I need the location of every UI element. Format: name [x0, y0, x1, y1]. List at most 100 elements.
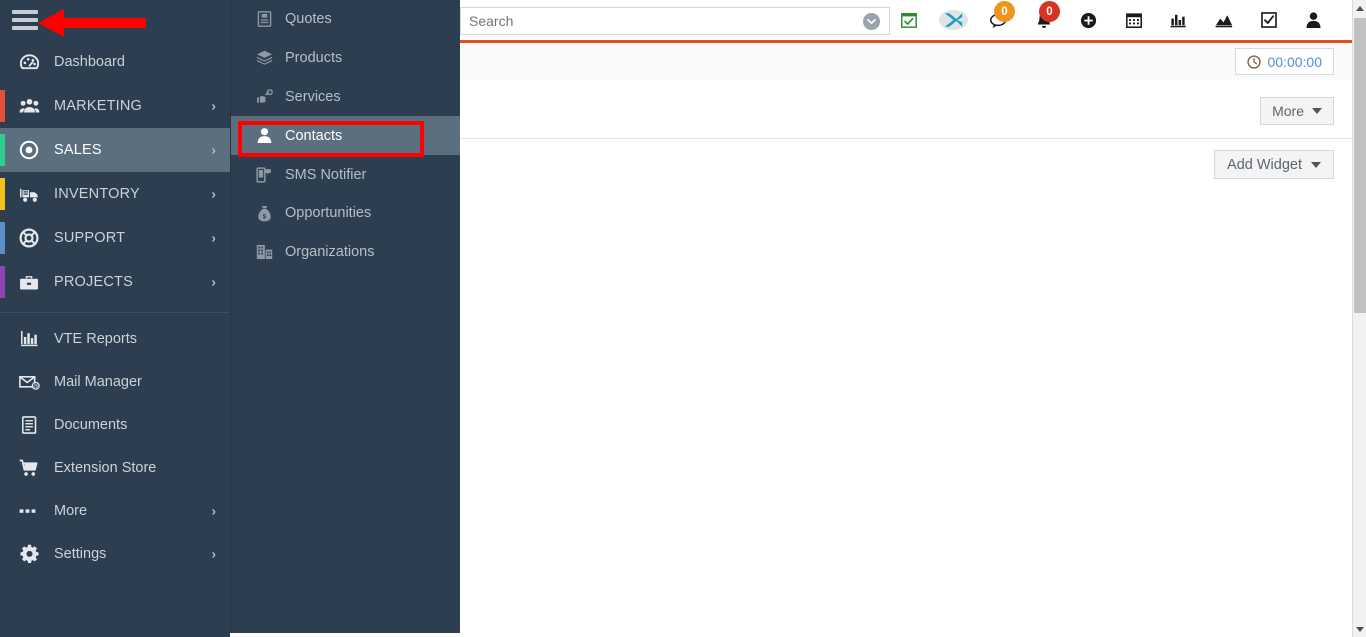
submenu-item-contacts[interactable]: Contacts [231, 116, 460, 156]
product-box-icon [253, 49, 275, 67]
marketing-people-icon [16, 96, 42, 116]
sidebar-label: SUPPORT [54, 230, 126, 246]
vtiger-x-logo-icon[interactable] [931, 0, 976, 40]
chevron-right-icon: › [211, 503, 216, 518]
organization-building-icon [253, 243, 275, 261]
sidebar-item-more[interactable]: More › [0, 489, 230, 532]
sidebar-item-support[interactable]: SUPPORT › [0, 216, 230, 260]
left-sidebar: Dashboard MARKETING › SALES › INVENTORY … [0, 0, 230, 637]
sidebar-item-marketing[interactable]: MARKETING › [0, 84, 230, 128]
bar-chart-icon [16, 329, 42, 349]
scrollbar-thumb[interactable] [1354, 18, 1366, 313]
sidebar-item-mail-manager[interactable]: @ Mail Manager [0, 360, 230, 403]
calendar-check-icon[interactable] [886, 0, 931, 40]
notification-badge: 0 [1039, 1, 1060, 22]
search-dropdown-icon[interactable] [863, 12, 880, 30]
accent-bar [0, 134, 5, 166]
sidebar-item-projects[interactable]: PROJECTS › [0, 260, 230, 304]
submenu-item-services[interactable]: Services [231, 78, 460, 117]
inventory-truck-icon [16, 184, 42, 204]
sidebar-toggle-row [0, 0, 230, 40]
search-input[interactable] [461, 8, 863, 34]
services-wrench-icon [253, 88, 275, 106]
timer-widget[interactable]: 00:00:00 [1234, 48, 1334, 75]
bar-chart-icon[interactable] [1156, 0, 1201, 40]
submenu-label: Contacts [285, 127, 343, 144]
projects-briefcase-icon [16, 272, 42, 292]
more-button-label: More [1272, 103, 1304, 119]
sidebar-label: VTE Reports [54, 330, 137, 347]
ellipsis-icon [16, 501, 42, 521]
submenu-label: Services [285, 88, 341, 105]
svg-text:@: @ [33, 384, 38, 390]
sidebar-label: INVENTORY [54, 186, 140, 202]
user-profile-icon[interactable] [1291, 0, 1336, 40]
sidebar-divider [0, 312, 230, 313]
clock-icon [1246, 54, 1261, 69]
submenu-item-opportunities[interactable]: $ Opportunities [231, 194, 460, 233]
global-search[interactable] [460, 7, 890, 35]
support-lifebuoy-icon [16, 228, 42, 248]
chat-bubble-icon[interactable]: 0 [976, 0, 1021, 40]
submenu-label: Products [285, 50, 343, 67]
quote-document-icon [253, 10, 275, 28]
sidebar-label: Mail Manager [54, 373, 142, 390]
submenu-label: Organizations [285, 244, 375, 261]
checkbox-task-icon[interactable] [1246, 0, 1291, 40]
chevron-right-icon: › [211, 186, 216, 202]
submenu-label: Quotes [285, 11, 332, 28]
more-button[interactable]: More [1260, 97, 1334, 125]
chevron-right-icon: › [211, 546, 216, 561]
chevron-down-icon [1311, 161, 1321, 168]
sidebar-item-dashboard[interactable]: Dashboard [0, 40, 230, 84]
document-icon [16, 415, 42, 435]
sidebar-label: Dashboard [54, 54, 125, 70]
submenu-item-quotes[interactable]: Quotes [231, 0, 460, 39]
sales-submenu-panel: Quotes Products Services Contacts SMS No… [230, 0, 460, 633]
accent-bar [0, 266, 5, 298]
contact-person-icon [253, 127, 275, 145]
sidebar-item-inventory[interactable]: INVENTORY › [0, 172, 230, 216]
chevron-right-icon: › [211, 98, 216, 114]
area-chart-icon[interactable] [1201, 0, 1246, 40]
chevron-down-icon [1312, 108, 1322, 114]
application-window: 0 0 [0, 0, 1366, 637]
submenu-item-products[interactable]: Products [231, 39, 460, 78]
chevron-right-icon: › [211, 274, 216, 290]
money-bag-icon: $ [253, 204, 275, 222]
sidebar-item-documents[interactable]: Documents [0, 403, 230, 446]
sidebar-item-vte-reports[interactable]: VTE Reports [0, 317, 230, 360]
chevron-right-icon: › [211, 230, 216, 246]
sidebar-label: MARKETING [54, 98, 142, 114]
page-scrollbar[interactable] [1352, 0, 1366, 637]
dashboard-gauge-icon [16, 52, 42, 72]
sidebar-label: More [54, 502, 88, 519]
submenu-item-sms-notifier[interactable]: SMS Notifier [231, 155, 460, 194]
bell-notification-icon[interactable]: 0 [1021, 0, 1066, 40]
shopping-cart-icon [16, 458, 42, 478]
chat-badge: 0 [994, 1, 1015, 22]
accent-bar [0, 222, 5, 254]
submenu-label: SMS Notifier [285, 166, 367, 183]
add-widget-button[interactable]: Add Widget [1214, 150, 1334, 179]
chevron-right-icon: › [211, 142, 216, 158]
sidebar-label: PROJECTS [54, 274, 133, 290]
submenu-label: Opportunities [285, 205, 372, 222]
sidebar-label: SALES [54, 142, 102, 158]
add-plus-icon[interactable] [1066, 0, 1111, 40]
accent-bar [0, 90, 5, 122]
scroll-down-arrow-icon[interactable] [1353, 621, 1366, 637]
timer-value: 00:00:00 [1267, 53, 1323, 70]
sidebar-item-sales[interactable]: SALES › [0, 128, 230, 172]
scroll-up-arrow-icon[interactable] [1353, 0, 1366, 16]
hamburger-menu-icon[interactable] [12, 10, 38, 30]
sidebar-item-settings[interactable]: Settings › [0, 532, 230, 575]
submenu-item-organizations[interactable]: Organizations [231, 233, 460, 272]
calendar-icon[interactable] [1111, 0, 1156, 40]
gear-icon [16, 544, 42, 564]
envelope-at-icon: @ [16, 372, 42, 392]
accent-bar [0, 178, 5, 210]
sms-phone-icon [253, 166, 275, 184]
sidebar-label: Extension Store [54, 459, 157, 476]
sidebar-item-extension-store[interactable]: Extension Store [0, 446, 230, 489]
